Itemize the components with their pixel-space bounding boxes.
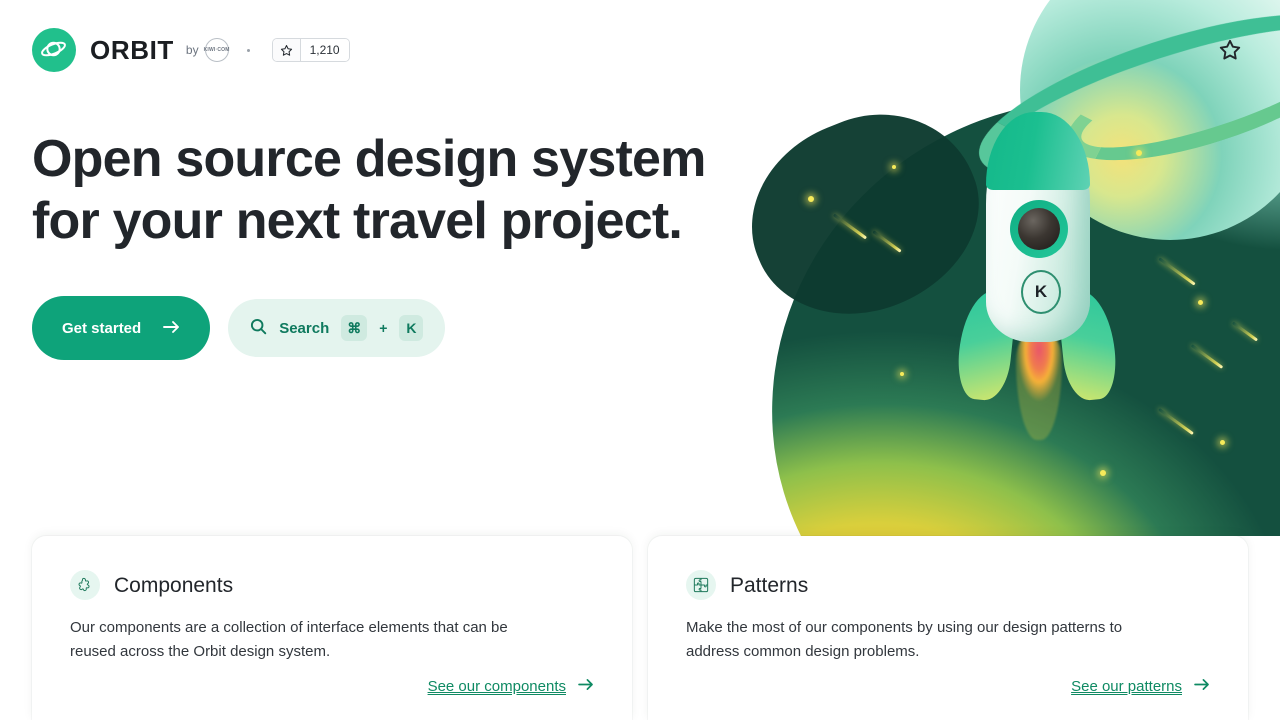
orbit-planet-icon[interactable] [32, 28, 76, 72]
puzzle-pattern-icon [686, 570, 716, 600]
rocket-window-ring [1010, 200, 1068, 258]
by-label: by [185, 43, 199, 57]
separator-dot [246, 48, 250, 52]
card-title: Patterns [730, 573, 809, 597]
card-title: Components [114, 573, 234, 597]
card-description: Our components are a collection of inter… [70, 619, 508, 660]
rocket-nose-cone [986, 112, 1090, 190]
puzzle-piece-icon [70, 570, 100, 600]
rocket-window [1018, 208, 1060, 250]
feature-cards: Components Our components are a collecti… [32, 536, 1248, 720]
search-shortcut-plus: + [379, 320, 388, 336]
star-dot [1136, 150, 1142, 156]
search-shortcut-k-key: K [399, 315, 424, 341]
card-header: Patterns [686, 570, 1210, 600]
star-dot [900, 372, 904, 376]
comet [832, 213, 868, 240]
rocket-kiwi-badge: K [1021, 270, 1061, 314]
star-dot [1015, 180, 1019, 184]
star-dot [892, 165, 896, 169]
arrow-right-icon [163, 320, 180, 337]
rocket-fin-right [1056, 287, 1120, 403]
search-button[interactable]: Search ⌘ + K [228, 299, 446, 357]
rocket-fin-left [954, 287, 1018, 403]
get-started-button[interactable]: Get started [32, 296, 211, 360]
cta-row: Get started Search ⌘ + K [32, 296, 706, 360]
get-started-label: Get started [62, 319, 142, 337]
kiwi-com-logo-text: KIWI·COM [203, 46, 230, 53]
brand-area: ORBIT by KIWI·COM 1,210 [32, 28, 350, 72]
github-star-button[interactable]: 1,210 [271, 38, 350, 62]
arrow-right-icon [578, 678, 594, 694]
link-label: See our components [427, 677, 566, 695]
see-our-components-link[interactable]: See our components [70, 678, 594, 694]
card-description: Make the most of our components by using… [686, 619, 1123, 660]
rocket: K [954, 112, 1120, 440]
search-shortcut-cmd-key: ⌘ [341, 315, 368, 341]
page-header: ORBIT by KIWI·COM 1,210 [0, 0, 1280, 98]
rocket-flame [1016, 330, 1062, 440]
comet [1158, 407, 1194, 436]
arrow-right-icon [1194, 678, 1210, 694]
github-star-count: 1,210 [300, 39, 349, 61]
headline-line-2: for your next travel project. [32, 192, 683, 250]
page-title: Open source design system for your next … [32, 128, 706, 252]
card-components[interactable]: Components Our components are a collecti… [32, 536, 632, 720]
dark-space-blob [722, 83, 1008, 347]
comet [1190, 344, 1224, 369]
star-dot [1220, 440, 1225, 445]
kiwi-com-logo[interactable]: KIWI·COM [203, 38, 230, 62]
rocket-body [986, 112, 1090, 342]
hero-section: Open source design system for your next … [32, 128, 706, 360]
headline-line-1: Open source design system [32, 130, 706, 188]
space-background-blob [751, 74, 1280, 536]
brand-name: ORBIT [90, 35, 174, 65]
see-our-patterns-link[interactable]: See our patterns [686, 678, 1210, 694]
card-header: Components [70, 570, 594, 600]
search-icon [250, 318, 267, 338]
comet [872, 230, 902, 253]
star-outline-icon[interactable] [1218, 38, 1242, 62]
search-label: Search [279, 319, 330, 337]
comet [1158, 257, 1196, 286]
comet [1231, 321, 1259, 342]
link-label: See our patterns [1071, 677, 1182, 695]
card-patterns[interactable]: Patterns Make the most of our components… [648, 536, 1248, 720]
star-dot [808, 196, 814, 202]
star-icon [272, 39, 301, 61]
orbit-landing-page: K ORBIT by KIWI·COM 1,210 Open source de… [0, 0, 1280, 720]
star-dot [1100, 470, 1106, 476]
star-dot [1198, 300, 1203, 305]
